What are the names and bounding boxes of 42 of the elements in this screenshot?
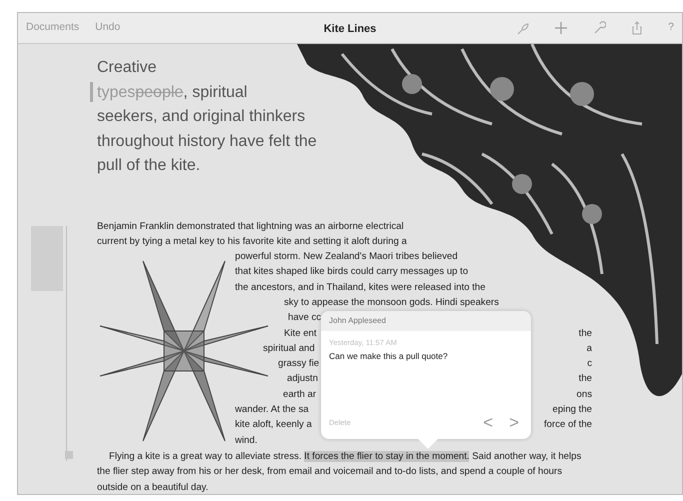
body-text-line: wander. At the sa [235,403,309,418]
body-text-line: ons [576,388,592,402]
share-icon[interactable] [630,21,644,35]
body-text-line: kite aloft, keenly a [235,418,312,432]
body-text-line: the [578,326,592,341]
brush-icon[interactable] [516,21,530,35]
body-paragraph: Flying a kite is a great way to alleviate stress. It forces the flier to stay in the moment. Said another way, it helps the flier step away from his or her desk, from email and voicemail and to-do lists, and spend a couple of hours outside on a beautiful day. [97,450,582,494]
body-text-line: grassy fie [278,357,320,372]
body-text-line: sky to appease the monsoon gods. Hindi speakers [284,296,499,310]
pull-quote-line: Creative [97,58,158,78]
body-text-line: have cc [288,311,322,326]
body-text-line: Benjamin Franklin demonstrated that lightning was an airborne electrical [97,220,404,234]
documents-button[interactable]: Documents [26,20,80,36]
wrench-icon[interactable] [592,21,606,35]
body-text-line: the [578,372,592,386]
pull-quote-line: seekers, and original thinkers [97,107,306,127]
body-text-line: eping the [552,403,592,418]
body-text-line: current by tying a metal key to his favorite kite and setting it aloft during a [97,234,407,249]
ruler-marker[interactable] [65,451,73,459]
body-text-line: wind. [235,434,258,448]
add-icon[interactable] [554,21,568,35]
body-text-line: that kites shaped like birds could carry messages up to [235,265,468,280]
body-text-line: spiritual and [263,342,315,356]
help-button[interactable]: ? [668,20,674,36]
body-text-line: the ancestors, and in Thailand, kites were released into the [235,280,486,295]
pull-quote-line: typespeople, spiritual [97,82,248,102]
change-bar [90,82,93,102]
previous-button[interactable]: < [479,414,498,431]
body-text-line: c [587,357,592,372]
comment-text: Can we make this a pull quote? [328,350,449,363]
body-text-line: adjustn [287,372,318,386]
pull-quote-line: pull of the kite. [97,156,202,176]
body-text-line: Kite ent [284,326,317,341]
next-button[interactable]: > [505,414,523,431]
body-text-line: force of the [544,418,592,432]
body-text-line: powerful storm. New Zealand's Maori tribes believed [235,250,458,264]
pull-quote-line: throughout history have felt the [97,132,318,152]
body-text-line: earth ar [283,388,316,402]
undo-button[interactable]: Undo [95,20,120,36]
comment-author: John Appleseed [321,311,531,331]
body-text-line: a [586,342,592,356]
document-title: Kite Lines [324,22,376,37]
